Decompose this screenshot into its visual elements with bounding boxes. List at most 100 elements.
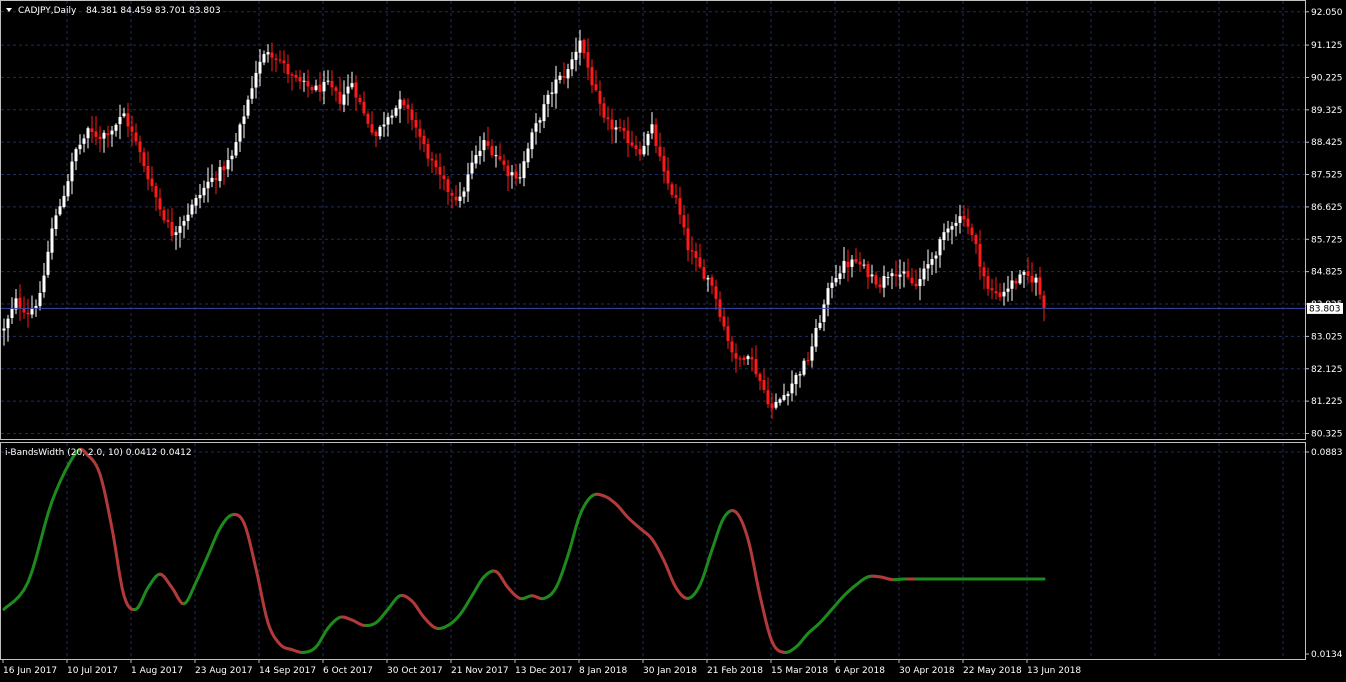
candle-body xyxy=(86,128,90,139)
candle-body xyxy=(502,160,506,165)
candle-body xyxy=(118,116,122,125)
candle-body xyxy=(126,113,130,127)
candle-body xyxy=(398,99,402,109)
candle-body xyxy=(274,58,278,60)
candle-body xyxy=(42,275,46,293)
candle-body xyxy=(190,204,194,215)
candle-body xyxy=(686,228,690,251)
candle-body xyxy=(1014,280,1018,284)
candle-body xyxy=(870,274,874,277)
candle-body xyxy=(38,292,42,307)
candle-body xyxy=(1030,275,1034,283)
candle-body xyxy=(210,177,214,182)
candle-body xyxy=(590,67,594,86)
indicator-segment xyxy=(116,563,122,579)
candle-body xyxy=(902,271,906,274)
candle-body xyxy=(878,284,882,288)
candle-body xyxy=(482,140,486,151)
candle-body xyxy=(758,373,762,381)
candle-body xyxy=(174,232,178,235)
candle-body xyxy=(874,275,878,285)
candle-body xyxy=(714,286,718,299)
candle-body xyxy=(666,170,670,184)
candle-body xyxy=(238,124,242,142)
candle-body xyxy=(218,167,222,182)
current-price-label: 83.803 xyxy=(1309,304,1341,314)
candle-body xyxy=(802,360,806,375)
price-tick-label: 82.125 xyxy=(1311,365,1343,375)
indicator-segment xyxy=(752,564,758,579)
indicator-segment xyxy=(258,585,264,599)
candle-body xyxy=(850,259,854,267)
candle-body xyxy=(334,87,338,92)
candle-body xyxy=(694,251,698,258)
candle-body xyxy=(90,128,94,132)
candle-body xyxy=(678,198,682,215)
candle-body xyxy=(270,52,274,58)
candle-body xyxy=(826,288,830,305)
candle-body xyxy=(998,292,1002,298)
candle-body xyxy=(942,232,946,241)
candle-body xyxy=(114,124,118,131)
candle-body xyxy=(646,133,650,146)
candle-body xyxy=(638,148,642,155)
time-tick-label: 14 Sep 2017 xyxy=(259,666,316,676)
candle-body xyxy=(530,132,534,150)
candle-body xyxy=(222,166,226,171)
candle-body xyxy=(490,146,494,156)
candle-body xyxy=(438,167,442,175)
candle-body xyxy=(278,59,282,61)
candle-body xyxy=(354,82,358,98)
candle-body xyxy=(830,282,834,288)
candle-body xyxy=(886,276,890,278)
candle-body xyxy=(226,160,230,170)
candle-body xyxy=(926,264,930,269)
indicator-tick-label: 0.0134 xyxy=(1311,650,1343,660)
candle-body xyxy=(402,100,406,106)
candle-body xyxy=(434,160,438,168)
candle-body xyxy=(166,219,170,222)
candle-body xyxy=(186,214,190,222)
candle-body xyxy=(370,124,374,133)
candle-body xyxy=(378,126,382,137)
candle-body xyxy=(342,94,346,105)
candle-body xyxy=(234,142,238,156)
candle-body xyxy=(658,146,662,157)
candle-body xyxy=(474,155,478,164)
candle-body xyxy=(946,228,950,233)
candle-body xyxy=(790,383,794,394)
candle-body xyxy=(698,257,702,268)
candle-body xyxy=(194,197,198,206)
candle-body xyxy=(630,142,634,146)
candle-body xyxy=(198,194,202,199)
candle-body xyxy=(2,328,6,331)
candle-body xyxy=(282,60,286,64)
time-tick-label: 30 Jan 2018 xyxy=(643,666,697,676)
candle-body xyxy=(862,264,866,266)
candle-body xyxy=(622,127,626,132)
candle-body xyxy=(266,52,270,55)
candle-body xyxy=(578,40,582,53)
candle-body xyxy=(154,186,158,198)
price-tick-label: 88.425 xyxy=(1311,138,1343,148)
candle-body xyxy=(30,308,34,315)
indicator-title: i-BandsWidth (20, 2.0, 10) 0.0412 0.0412 xyxy=(5,448,192,458)
candle-body xyxy=(890,273,894,277)
candle-body xyxy=(250,88,254,99)
candle-body xyxy=(882,276,886,288)
candle-body xyxy=(14,298,18,310)
candle-body xyxy=(770,403,774,409)
candle-body xyxy=(534,123,538,132)
candle-body xyxy=(982,267,986,277)
candle-body xyxy=(454,196,458,201)
candle-body xyxy=(794,375,798,385)
indicator-segment xyxy=(750,554,756,568)
candle-body xyxy=(634,145,638,149)
candle-body xyxy=(478,150,482,157)
candle-body xyxy=(726,326,730,341)
candle-body xyxy=(6,318,10,329)
candle-body xyxy=(302,80,306,82)
candle-body xyxy=(650,124,654,134)
candle-body xyxy=(486,141,490,146)
candle-body xyxy=(382,124,386,127)
